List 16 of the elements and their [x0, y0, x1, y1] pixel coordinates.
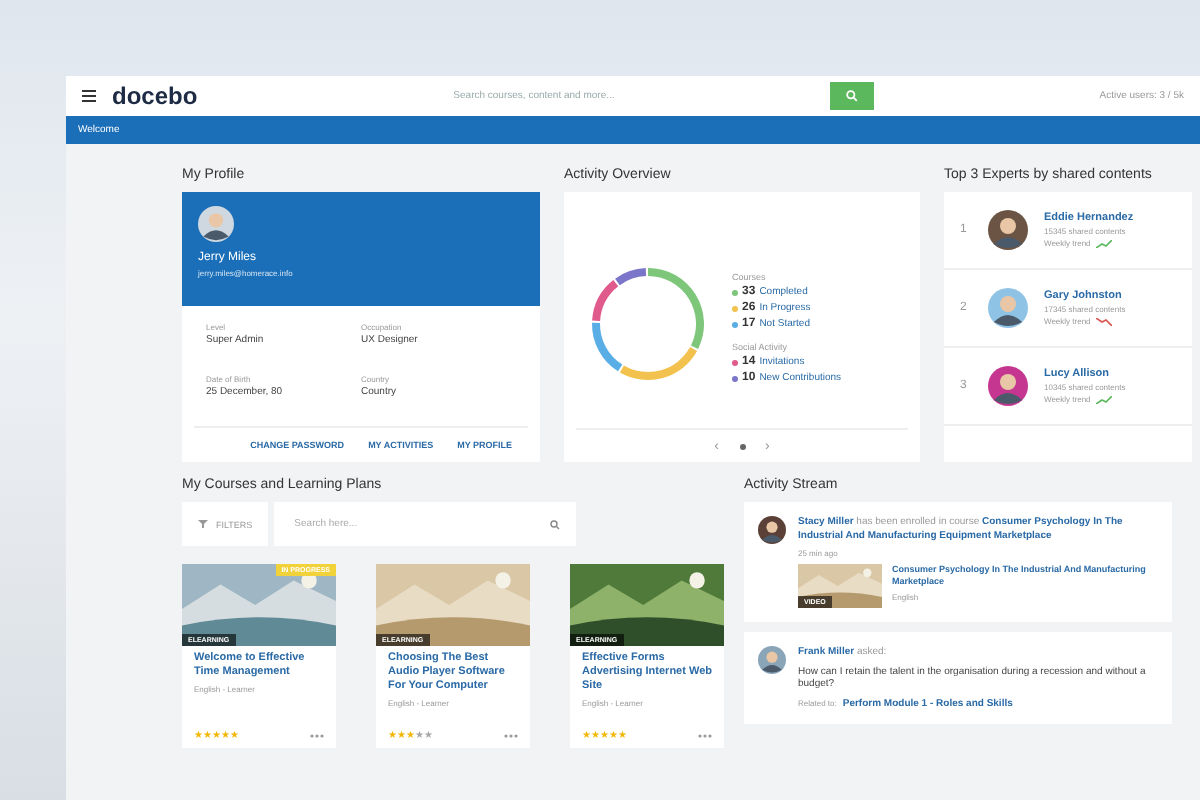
avatar: [758, 516, 786, 544]
page-dot-icon[interactable]: [739, 443, 745, 449]
trend-up-icon: [1096, 239, 1113, 247]
filter-icon: [198, 520, 208, 528]
trend-up-icon: [1096, 395, 1113, 403]
menu-icon[interactable]: [82, 90, 96, 102]
search-icon: [550, 519, 561, 529]
search-button[interactable]: [829, 82, 874, 110]
avatar: [758, 646, 786, 674]
logo[interactable]: docebo: [112, 82, 198, 110]
trend-down-icon: [1096, 317, 1113, 325]
search-icon: [845, 90, 858, 102]
avatar: [988, 366, 1028, 406]
avatar: [988, 210, 1028, 250]
avatar: [198, 206, 234, 242]
avatar: [988, 288, 1028, 328]
